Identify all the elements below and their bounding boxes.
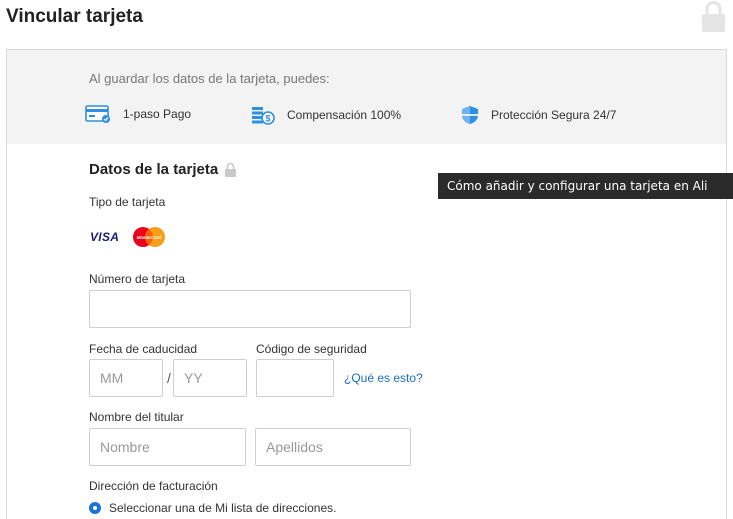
what-is-this-link[interactable]: ¿Qué es esto?: [344, 371, 423, 385]
date-separator: /: [167, 370, 171, 386]
svg-text:$: $: [265, 114, 270, 124]
benefit-label: Compensación 100%: [287, 108, 402, 122]
benefits-intro: Al guardar los datos de la tarjeta, pued…: [89, 71, 330, 86]
benefit-protection: Protección Segura 24/7: [461, 105, 616, 125]
address-list-radio[interactable]: [89, 502, 101, 514]
cardholder-label: Nombre del titular: [89, 410, 184, 424]
benefit-label: Protección Segura 24/7: [491, 108, 617, 122]
expiry-year-input[interactable]: [173, 359, 247, 397]
help-tooltip: Cómo añadir y configurar una tarjeta en …: [438, 173, 733, 199]
page-title: Vincular tarjeta: [6, 6, 143, 27]
benefits-banner: Al guardar los datos de la tarjeta, pued…: [7, 50, 726, 144]
card-number-input[interactable]: [89, 290, 411, 328]
svg-text:MasterCard: MasterCard: [137, 235, 162, 240]
expiry-label: Fecha de caducidad: [89, 342, 198, 356]
card-pay-icon: [85, 105, 110, 123]
expiry-month-input[interactable]: [89, 359, 163, 397]
mastercard-logo: MasterCard: [133, 227, 165, 247]
shield-icon: [462, 106, 478, 124]
benefit-label: 1-paso Pago: [123, 107, 192, 121]
visa-logo: VISA: [90, 230, 120, 244]
card-type-label: Tipo de tarjeta: [89, 195, 166, 209]
card-number-label: Número de tarjeta: [89, 272, 186, 286]
benefit-compensation: $ Compensación 100%: [251, 105, 401, 125]
first-name-input[interactable]: [89, 428, 246, 466]
address-list-option-label: Seleccionar una de Mi lista de direccion…: [109, 501, 337, 515]
section-title-text: Datos de la tarjeta: [89, 161, 219, 178]
benefit-one-step-pay: 1-paso Pago: [85, 105, 191, 123]
bind-card-panel: Al guardar los datos de la tarjeta, pued…: [6, 49, 727, 519]
security-code-label: Código de seguridad: [256, 342, 367, 356]
last-name-input[interactable]: [255, 428, 411, 466]
card-details-title: Datos de la tarjeta: [89, 161, 237, 178]
billing-address-label: Dirección de facturación: [89, 479, 218, 493]
coins-icon: $: [252, 107, 275, 125]
lock-icon: [225, 162, 237, 177]
lock-icon: [702, 1, 725, 32]
address-list-option[interactable]: Seleccionar una de Mi lista de direccion…: [89, 501, 336, 515]
security-code-input[interactable]: [256, 359, 334, 397]
